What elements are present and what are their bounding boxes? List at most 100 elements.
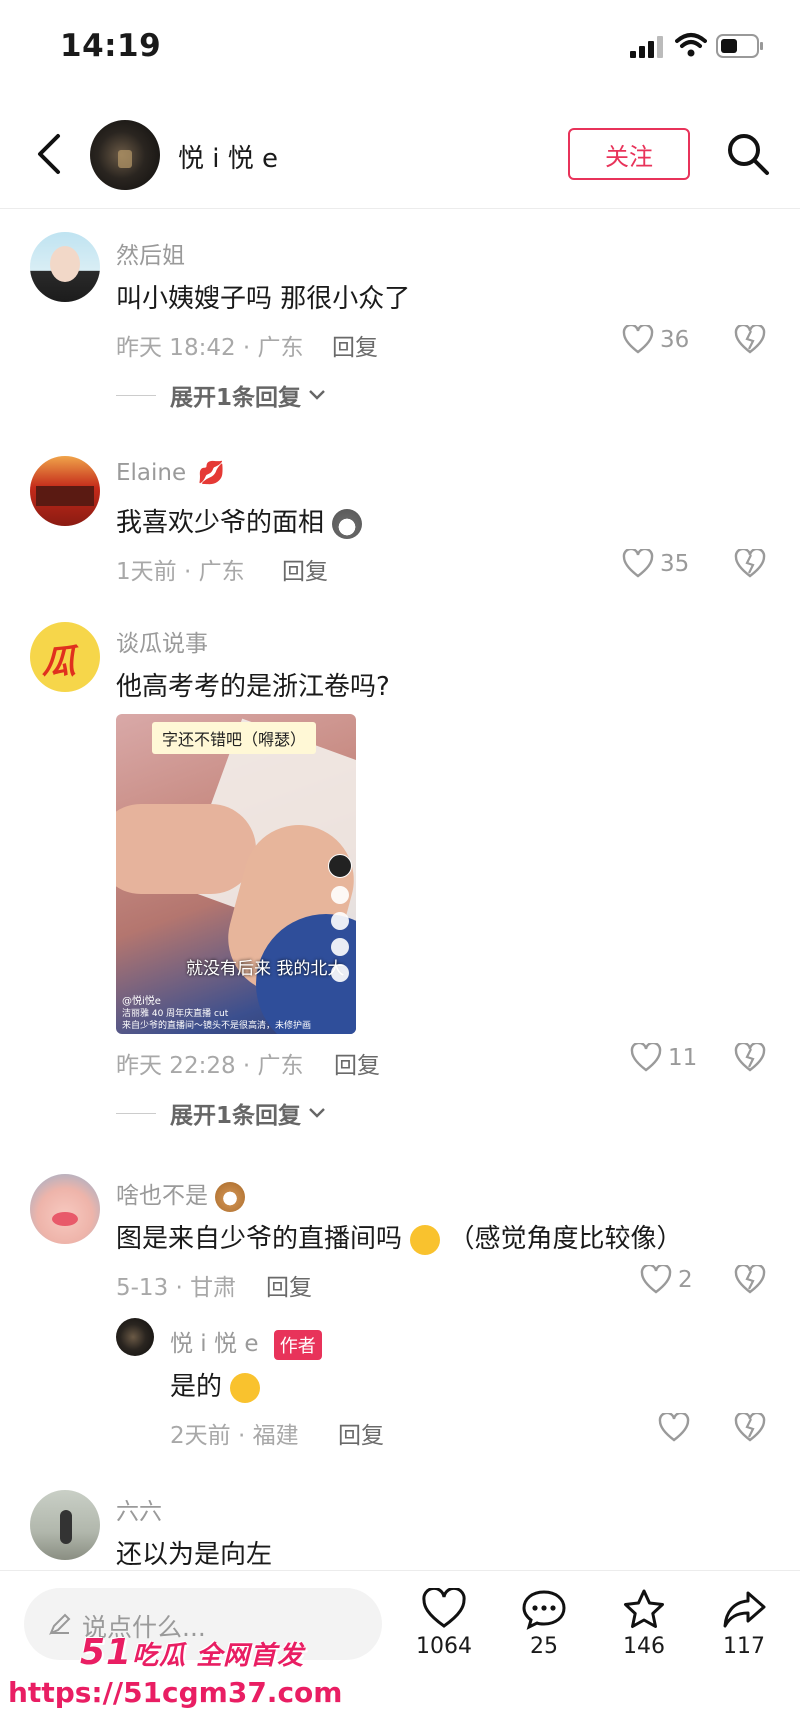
bottom-divider <box>0 1570 800 1571</box>
header-divider <box>0 208 800 209</box>
lips-icon: 💋 <box>197 461 225 486</box>
dislike-icon[interactable] <box>734 549 766 579</box>
like-button[interactable]: 11 <box>630 1043 697 1073</box>
signal-icon <box>630 36 663 58</box>
image-side-icons <box>328 854 352 982</box>
text-content: 我喜欢少爷的面相 <box>116 508 325 538</box>
username-text: 悦 i 悦 e <box>170 1331 259 1357</box>
expand-label: 展开1条回复 <box>170 385 302 411</box>
divider <box>116 394 156 396</box>
reply-username[interactable]: 悦 i 悦 e 作者 <box>170 1324 322 1360</box>
avatar[interactable] <box>30 1174 100 1244</box>
chevron-down-icon <box>309 1108 325 1118</box>
mini-avatar <box>328 854 352 878</box>
image-footer-line2: 来自少爷的直播间～镜头不是很高清，未修护画 <box>122 1021 312 1031</box>
heart-icon <box>630 1043 662 1072</box>
author-name[interactable]: 悦 i 悦 e <box>178 138 278 175</box>
author-avatar[interactable] <box>90 120 160 190</box>
comment-meta: 昨天 22:28 · 广东 <box>116 1053 304 1079</box>
hand-shape <box>116 804 256 894</box>
dislike-icon[interactable] <box>734 325 766 355</box>
watermark-url: https://51cgm37.com <box>8 1676 343 1709</box>
reply-button[interactable]: 回复 <box>266 1268 312 1302</box>
dislike-icon[interactable] <box>734 1265 766 1295</box>
reply-button[interactable]: 回复 <box>282 552 328 586</box>
dislike-icon[interactable] <box>734 1413 766 1443</box>
share-arrow-icon <box>723 1591 766 1628</box>
mini-heart-icon <box>331 886 349 904</box>
share-total: 117 <box>723 1634 765 1659</box>
reply-button[interactable]: 回复 <box>334 1046 380 1080</box>
comment-total-button[interactable]: 25 <box>494 1588 594 1659</box>
like-count: 11 <box>668 1045 698 1071</box>
share-button[interactable]: 117 <box>694 1588 794 1659</box>
back-arrow-icon[interactable] <box>34 132 66 176</box>
watermark-title: 51吃瓜 全网首发 <box>80 1632 304 1673</box>
text-content: 图是来自少爷的直播间吗 <box>116 1224 403 1254</box>
like-total-button[interactable]: 1064 <box>394 1588 494 1659</box>
comment-username[interactable]: 谈瓜说事 <box>116 624 208 658</box>
avatar-glyph: 瓜 <box>42 642 76 682</box>
heart-icon <box>622 549 654 578</box>
text-tail: （感觉角度比较像） <box>448 1224 683 1254</box>
heart-icon[interactable] <box>658 1413 690 1443</box>
comment-username[interactable]: 然后姐 <box>116 236 185 270</box>
reply-button[interactable]: 回复 <box>338 1416 384 1450</box>
search-icon[interactable] <box>726 132 770 176</box>
reply-button[interactable]: 回复 <box>332 328 378 362</box>
follow-button[interactable]: 关注 <box>568 128 690 180</box>
like-count: 35 <box>660 551 690 577</box>
username-text: Elaine <box>116 460 187 486</box>
heart-icon <box>640 1265 672 1294</box>
username-text: 啥也不是 <box>116 1183 208 1209</box>
reply-avatar[interactable] <box>116 1318 154 1356</box>
like-button[interactable]: 36 <box>622 325 689 355</box>
comment-bubble-icon <box>522 1590 566 1630</box>
battery-icon <box>716 34 763 58</box>
dislike-icon[interactable] <box>734 1043 766 1073</box>
comment-text: 还以为是向左 <box>116 1540 273 1570</box>
wifi-icon <box>675 33 707 57</box>
comment-meta: 5-13 · 甘肃 <box>116 1275 237 1301</box>
comment-meta: 1天前 · 广东 <box>116 559 245 585</box>
thumbs-up-emoji-icon <box>230 1372 261 1403</box>
image-subtitle: 就没有后来 我的北大 <box>186 959 345 979</box>
husky-emoji-icon <box>332 508 363 539</box>
avatar[interactable] <box>30 1490 100 1560</box>
status-time: 14:19 <box>60 28 162 64</box>
avatar[interactable]: 瓜 <box>30 622 100 692</box>
comment-image[interactable]: 字还不错吧（嘚瑟） 就没有后来 我的北大 @悦i悦e 洁丽雅 40 周年庆直播 … <box>116 714 356 1034</box>
dog-emoji-icon <box>215 1181 246 1212</box>
like-count: 36 <box>660 327 690 353</box>
heart-icon <box>622 325 654 354</box>
comment-text: 叫小姨嫂子吗 那很小众了 <box>116 284 411 314</box>
like-total: 1064 <box>416 1634 472 1659</box>
avatar[interactable] <box>30 456 100 526</box>
author-badge: 作者 <box>273 1329 322 1360</box>
like-button[interactable]: 35 <box>622 549 689 579</box>
watermark-text: 吃瓜 全网首发 <box>132 1641 305 1671</box>
star-icon <box>624 1589 664 1628</box>
comment-text: 他高考考的是浙江卷吗? <box>116 672 390 702</box>
image-footer-user: @悦i悦e <box>122 996 161 1007</box>
image-caption: 字还不错吧（嘚瑟） <box>152 722 317 754</box>
expand-replies-button[interactable]: 展开1条回复 <box>116 378 327 412</box>
pencil-icon <box>49 1613 71 1635</box>
comment-username[interactable]: 啥也不是 <box>116 1176 246 1212</box>
reply-text: 是的 <box>170 1366 261 1403</box>
watermark-number: 51 <box>80 1632 133 1673</box>
avatar[interactable] <box>30 232 100 302</box>
mini-share-icon <box>331 964 349 982</box>
laugh-cry-emoji-icon <box>410 1224 441 1255</box>
favorite-total: 146 <box>623 1634 665 1659</box>
like-button[interactable]: 2 <box>640 1265 693 1295</box>
comment-username[interactable]: Elaine 💋 <box>116 460 225 486</box>
mini-comment-icon <box>331 912 349 930</box>
reply-meta: 2天前 · 福建 <box>170 1423 299 1449</box>
favorite-button[interactable]: 146 <box>594 1588 694 1659</box>
comment-username[interactable]: 六六 <box>116 1492 162 1526</box>
divider <box>116 1112 156 1114</box>
like-count: 2 <box>678 1267 693 1293</box>
expand-replies-button[interactable]: 展开1条回复 <box>116 1096 327 1130</box>
comment-text: 图是来自少爷的直播间吗 （感觉角度比较像） <box>116 1218 683 1255</box>
